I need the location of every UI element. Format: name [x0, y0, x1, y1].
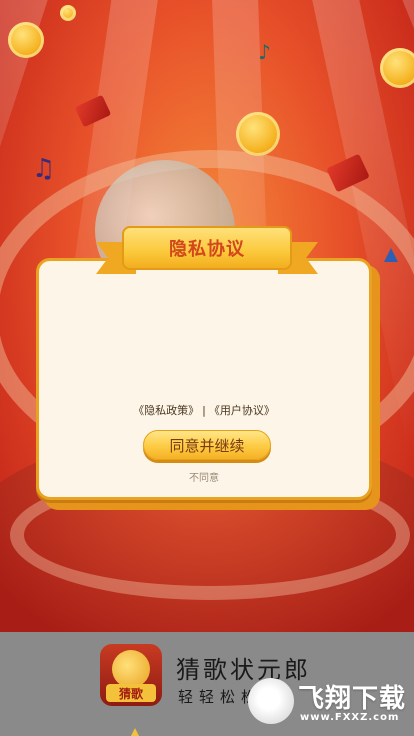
- watermark-logo-icon: [248, 678, 294, 724]
- dialog-title-ribbon: 隐私协议: [122, 226, 292, 270]
- coin-icon: [8, 22, 44, 58]
- privacy-policy-link[interactable]: 《隐私政策》: [133, 404, 199, 417]
- bottom-banner: 猜歌 猜歌状元郎 轻轻松松 飞翔下载 www.FXXZ.com: [0, 632, 414, 736]
- coin-icon: [112, 650, 150, 688]
- dialog-title: 隐私协议: [169, 239, 245, 260]
- coin-icon: [380, 48, 414, 88]
- music-note-icon: ♫: [32, 154, 56, 184]
- privacy-dialog: [36, 258, 372, 500]
- app-icon-label: 猜歌: [106, 684, 156, 702]
- music-note-icon: ♪: [258, 40, 271, 64]
- agreement-links: 《隐私政策》 | 《用户协议》: [36, 402, 372, 418]
- watermark-url: www.FXXZ.com: [300, 712, 400, 723]
- link-separator: |: [202, 404, 206, 417]
- pointer-icon: [130, 728, 140, 736]
- watermark: 飞翔下载 www.FXXZ.com: [248, 676, 408, 732]
- user-agreement-link[interactable]: 《用户协议》: [209, 404, 275, 417]
- coin-icon: [60, 5, 76, 21]
- triangle-decoration: [384, 248, 398, 262]
- coin-icon: [236, 112, 280, 156]
- agree-continue-button[interactable]: 同意并继续: [143, 430, 271, 460]
- decline-link[interactable]: 不同意: [36, 469, 372, 484]
- watermark-text: 飞翔下载: [298, 684, 407, 714]
- app-icon[interactable]: 猜歌: [100, 644, 162, 706]
